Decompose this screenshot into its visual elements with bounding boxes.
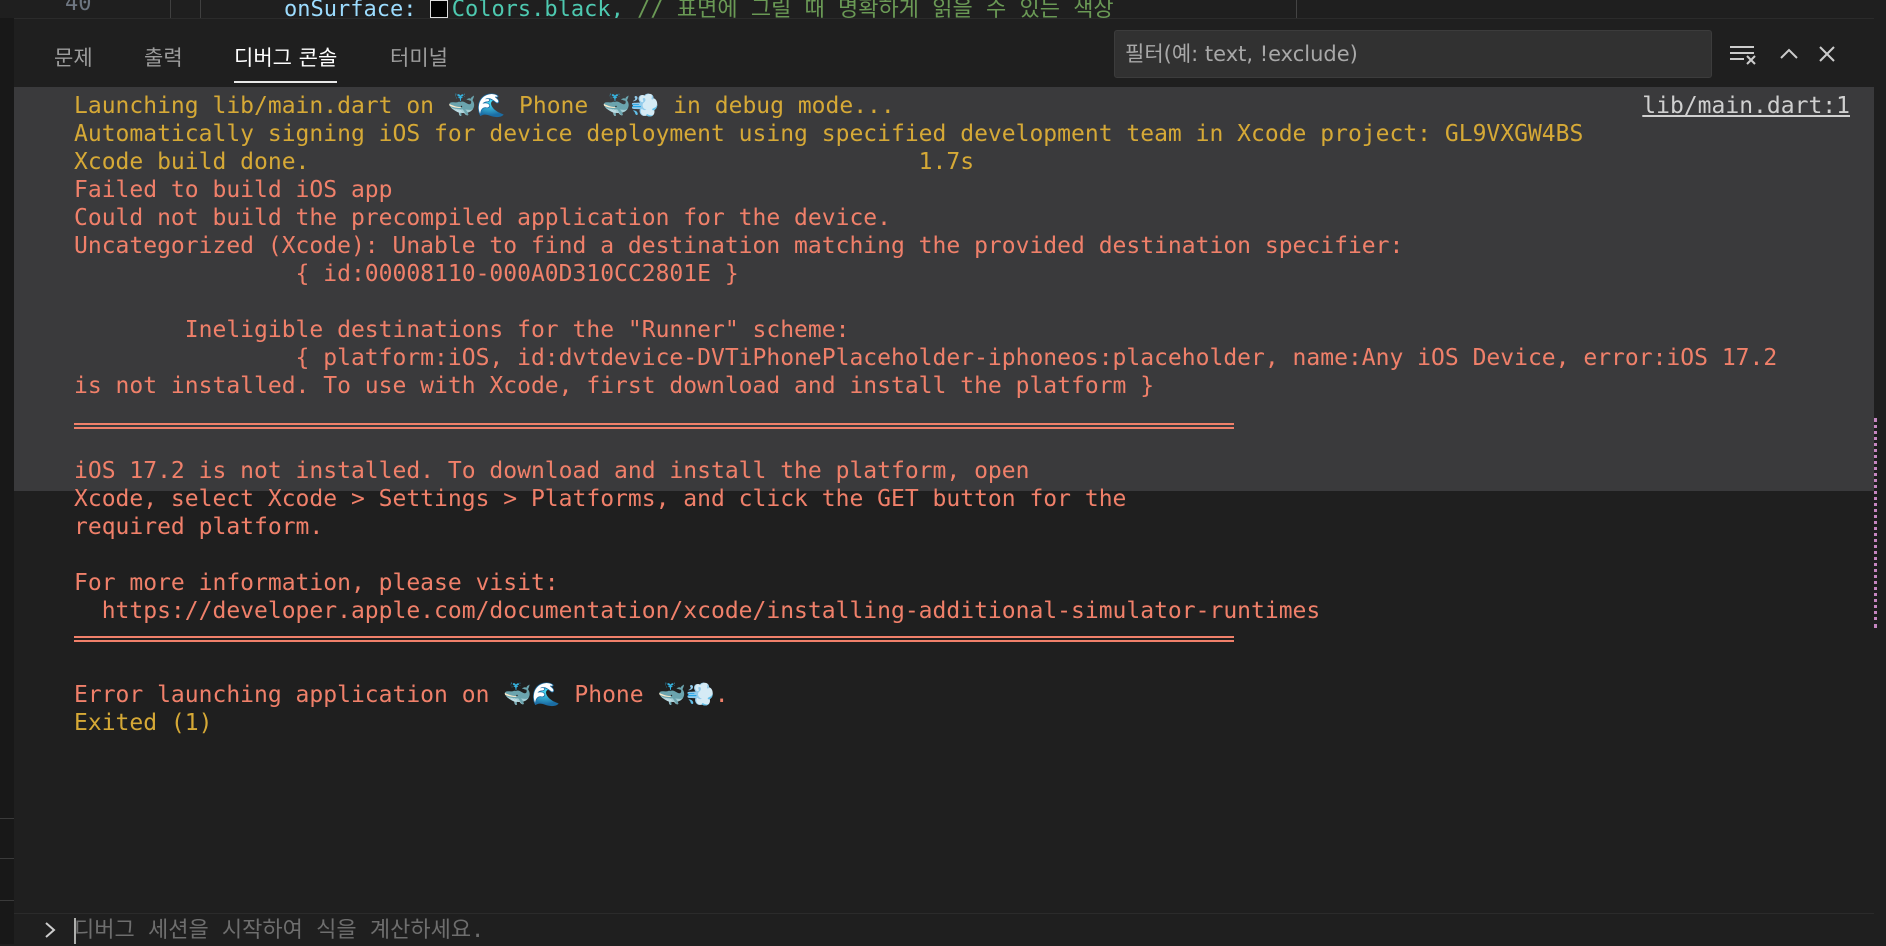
- clear-all-icon: [1730, 46, 1756, 65]
- repl-input[interactable]: [74, 914, 1774, 946]
- text-caret: [74, 918, 76, 944]
- line-number: 40: [65, 0, 92, 16]
- code-comment: // 표면에 그릴 때 명확하게 읽을 수 있는 색상: [623, 0, 1114, 18]
- indent-guide: [200, 0, 201, 18]
- notice-line: required platform.: [74, 514, 324, 540]
- console-output[interactable]: lib/main.dart:1 Launching lib/main.dart …: [14, 87, 1874, 927]
- tab-terminal[interactable]: 터미널: [390, 41, 448, 75]
- code-property: onSurface:: [284, 0, 430, 18]
- scroll-markers: [1874, 418, 1881, 628]
- editor-partial-line: 40 onSurface: Colors.black, // 표면에 그릴 때 …: [0, 0, 1886, 18]
- code-line: onSurface: Colors.black, // 표면에 그릴 때 명확하…: [284, 0, 1114, 18]
- console-line: { id:00008110-000A0D310CC2801E }: [74, 261, 739, 287]
- tab-output[interactable]: 출력: [144, 41, 183, 75]
- separator-rule: [74, 423, 1234, 429]
- panel-tab-bar: 문제 출력 디버그 콘솔 터미널: [14, 19, 1874, 87]
- notice-url[interactable]: https://developer.apple.com/documentatio…: [74, 595, 1321, 629]
- clear-console-button[interactable]: [1726, 37, 1760, 71]
- code-value: Colors.black,: [451, 0, 624, 18]
- scrollbar-track[interactable]: [1874, 18, 1886, 944]
- close-icon: [1819, 46, 1835, 62]
- prompt-chevron-icon: [36, 916, 64, 944]
- repl-input-row: [14, 913, 1874, 946]
- left-gutter: [0, 18, 14, 944]
- exit-line: Exited (1): [74, 710, 213, 736]
- tab-debug-console[interactable]: 디버그 콘솔: [234, 41, 338, 83]
- color-swatch-icon[interactable]: [429, 0, 448, 18]
- filter-input[interactable]: [1115, 31, 1711, 77]
- close-panel-button[interactable]: [1810, 37, 1844, 71]
- tab-problems[interactable]: 문제: [54, 41, 93, 75]
- separator-rule: [74, 636, 1234, 642]
- editor-ruler: [1296, 0, 1297, 18]
- source-link[interactable]: lib/main.dart:1: [1642, 90, 1850, 124]
- filter-box: [1114, 30, 1712, 78]
- debug-console-panel: 문제 출력 디버그 콘솔 터미널 필터(예: text, !exclude) l…: [14, 18, 1874, 946]
- chevron-up-icon: [1780, 48, 1798, 59]
- console-line: is not installed. To use with Xcode, fir…: [74, 373, 1155, 399]
- maximize-panel-button[interactable]: [1772, 37, 1806, 71]
- indent-guide: [170, 0, 171, 18]
